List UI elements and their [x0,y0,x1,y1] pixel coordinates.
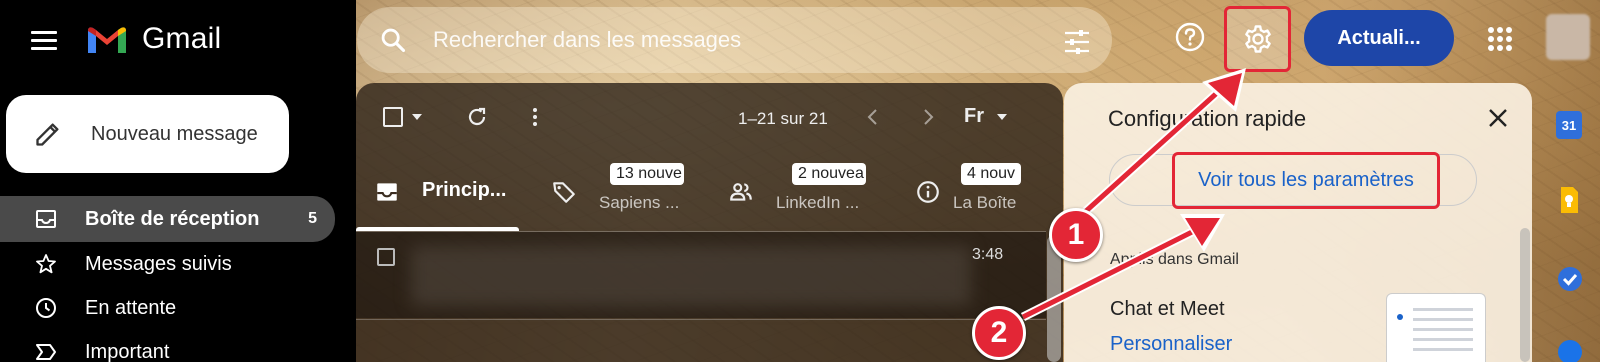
close-icon[interactable] [1487,107,1509,129]
message-time: 3:48 [972,246,1004,263]
side-panel-apps: 31 [1548,105,1592,362]
inbox-icon [36,210,56,228]
star-icon [36,254,56,274]
step-2-badge: 2 [972,306,1026,360]
help-icon[interactable] [1174,21,1206,53]
personalize-link[interactable]: Personnaliser [1110,333,1232,356]
tasks-icon[interactable] [1556,265,1584,293]
update-button[interactable]: Actuali... [1304,10,1454,66]
sidebar-nav: Boîte de réception 5 Messages suivis En … [0,196,335,362]
info-icon [917,181,939,203]
more-vert-icon[interactable] [523,105,547,129]
search-bar [357,7,1112,73]
divider [356,319,1046,320]
gmail-logo[interactable]: Gmail [86,22,221,56]
compose-button[interactable]: Nouveau message [6,95,289,173]
sidebar-item-important[interactable]: Important [0,330,335,362]
google-apps-icon[interactable] [1488,27,1512,51]
tab-badge: 4 nouv [961,163,1021,185]
pagination-range: 1–21 sur 21 [738,109,828,128]
important-icon [36,344,56,360]
keep-icon[interactable] [1558,185,1580,215]
inbox-icon [377,183,397,201]
see-all-settings-label: Voir tous les paramètres [1198,169,1414,191]
chevron-down-icon[interactable] [997,114,1007,120]
tab-subtitle: La Boîte [953,193,1017,212]
sidebar: Gmail Nouveau message Boîte de réception… [0,0,356,362]
mail-list-panel: 1–21 sur 21 Fr Princip... 13 nouve Sapie… [356,83,1063,362]
refresh-icon[interactable] [465,105,489,129]
panel-scrollbar[interactable] [1520,228,1530,362]
tab-badge: 13 nouve [610,163,684,185]
sidebar-item-starred[interactable]: Messages suivis [0,242,335,286]
input-tools-button[interactable]: Fr [964,105,984,128]
sidebar-item-label: Messages suivis [85,252,232,275]
sidebar-item-label: En attente [85,296,177,319]
gmail-m-icon [88,27,126,53]
quick-settings-panel: Configuration rapide Voir tous les param… [1064,83,1532,362]
pencil-icon [36,123,59,146]
table-row[interactable]: 3:48 [356,232,1046,318]
avatar[interactable] [1546,14,1590,60]
tab-primary[interactable]: Princip... [356,153,521,231]
tab-subtitle: LinkedIn ... [776,193,860,212]
chat-layout-thumbnail[interactable] [1386,293,1486,362]
tab-subtitle: Sapiens ... [599,193,680,212]
tab-promotions[interactable]: 13 nouve Sapiens ... [536,153,706,231]
mail-toolbar: 1–21 sur 21 Fr [356,83,1063,153]
unread-count: 5 [308,210,317,227]
chevron-left-icon[interactable] [861,105,885,129]
sidebar-item-snoozed[interactable]: En attente [0,286,335,330]
category-tabs: Princip... 13 nouve Sapiens ... 2 nouvea… [356,153,1046,231]
main-menu-button[interactable] [26,22,62,58]
sidebar-item-inbox[interactable]: Boîte de réception 5 [0,196,335,242]
chevron-right-icon[interactable] [916,105,940,129]
panel-title: Configuration rapide [1108,106,1307,131]
section-heading: Applis dans Gmail [1110,251,1239,268]
select-all-checkbox[interactable] [383,107,403,127]
settings-button[interactable] [1224,6,1291,72]
search-options-icon[interactable] [1063,29,1091,55]
calendar-icon[interactable]: 31 [1556,111,1582,139]
see-all-settings-button[interactable]: Voir tous les paramètres [1172,152,1440,209]
clock-icon [36,298,56,318]
tab-label: Princip... [422,179,507,201]
step-1-badge: 1 [1049,208,1103,262]
people-icon [730,183,752,201]
chat-meet-label: Chat et Meet [1110,298,1225,320]
tag-icon [553,182,575,203]
compose-label: Nouveau message [91,123,258,145]
select-dropdown-icon[interactable] [412,114,422,120]
tab-badge: 2 nouvea [792,163,866,185]
contacts-icon[interactable] [1558,340,1582,362]
search-input[interactable] [433,19,993,61]
tab-updates[interactable]: 4 nouv La Boîte [901,153,1046,231]
sidebar-item-label: Boîte de réception [85,207,260,230]
gear-icon [1244,25,1271,53]
blurred-message-preview [411,246,971,306]
search-icon[interactable] [379,26,407,54]
sidebar-item-label: Important [85,340,170,362]
tab-social[interactable]: 2 nouvea LinkedIn ... [716,153,886,231]
app-name: Gmail [142,22,222,55]
row-checkbox[interactable] [377,248,395,266]
